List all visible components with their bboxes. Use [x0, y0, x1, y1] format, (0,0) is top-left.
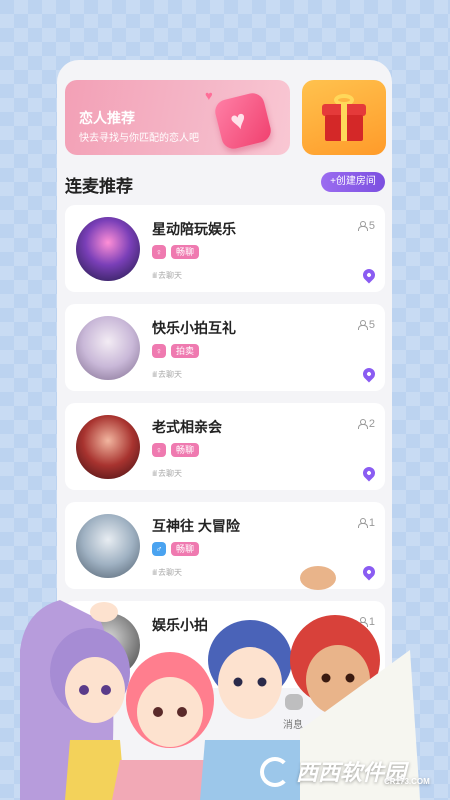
watermark-logo-icon	[260, 757, 290, 787]
message-icon[interactable]	[285, 694, 303, 710]
characters-illustration	[20, 566, 420, 800]
watermark: 西西软件园 CR173.COM	[260, 755, 436, 789]
message-tab-label[interactable]: 消息	[283, 716, 303, 731]
